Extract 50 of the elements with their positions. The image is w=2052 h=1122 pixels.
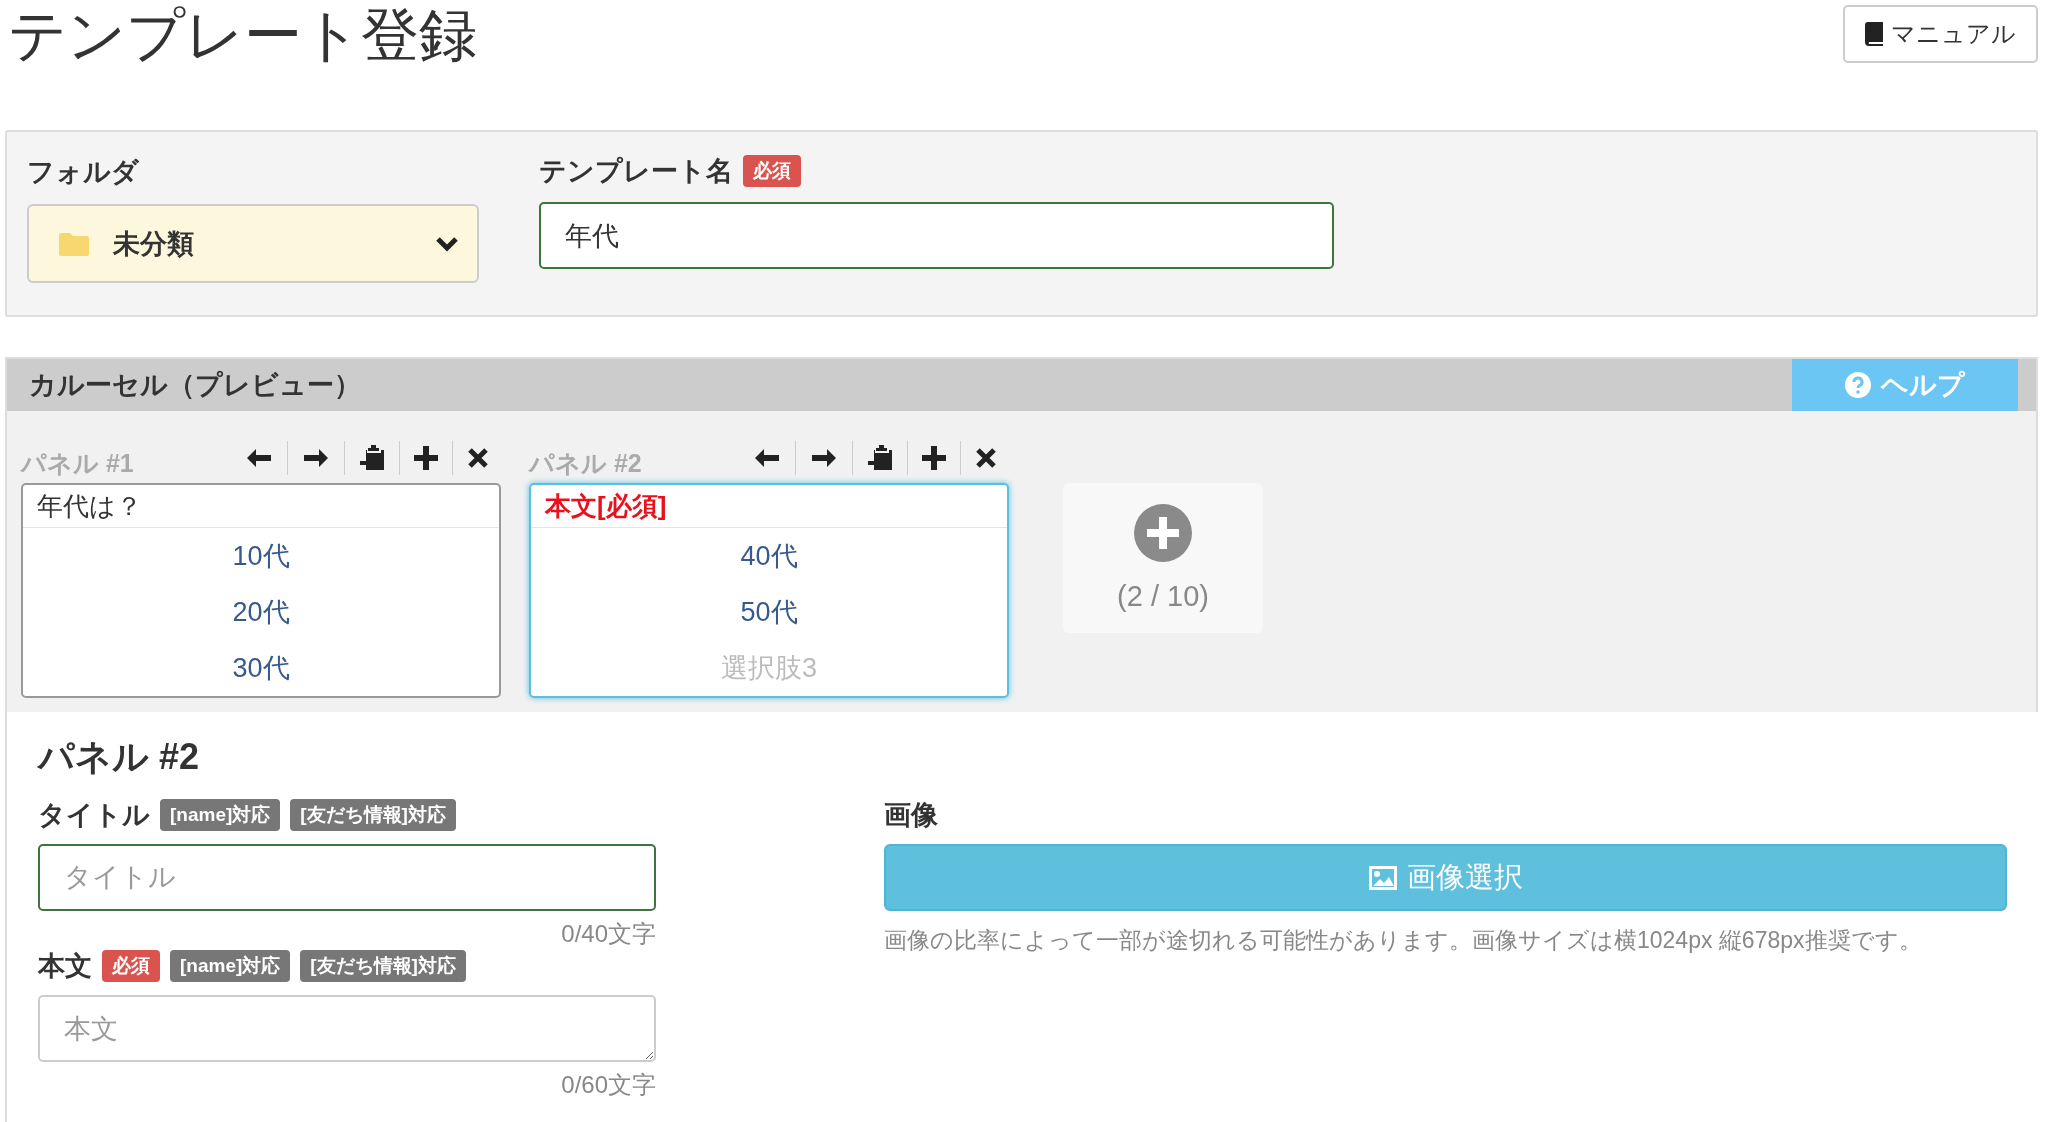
arrow-left-icon[interactable] [753, 447, 781, 469]
panel-card[interactable]: 年代は？ 10代 20代 30代 [21, 483, 501, 698]
plus-icon[interactable] [414, 446, 438, 470]
folder-label: フォルダ [27, 156, 140, 189]
field-badge: [友だち情報]対応 [300, 950, 466, 982]
title-field[interactable]: タイトル [38, 844, 656, 911]
carousel-title: カルーセル（プレビュー） [29, 369, 361, 402]
close-icon[interactable] [467, 447, 489, 469]
template-name-field[interactable]: 年代 [539, 202, 1334, 269]
arrow-right-icon[interactable] [810, 447, 838, 469]
char-counter: 0/60文字 [561, 1070, 656, 1100]
field-label: タイトル [38, 799, 150, 832]
plus-icon[interactable] [922, 446, 946, 470]
paste-icon[interactable] [867, 444, 893, 472]
plus-circle-icon [1134, 503, 1192, 562]
field-label: 本文 [38, 950, 92, 983]
option-text: 10代 [231, 540, 291, 573]
panel-label: パネル #1 [21, 447, 134, 479]
field-badge: 必須 [102, 950, 160, 982]
image-note: 画像の比率によって一部が途切れる可能性があります。画像サイズは横1024px 縦678px推奨です。 [884, 926, 1923, 955]
folder-select[interactable]: 未分類 [27, 204, 479, 283]
panel-label: パネル #2 [529, 447, 642, 479]
panel-title: 本文[必須] [531, 485, 1007, 528]
chevron-down-icon [435, 235, 459, 252]
panel-card[interactable]: 本文[必須] 40代 50代 選択肢3 [529, 483, 1009, 698]
field-badge: [友だち情報]対応 [290, 799, 456, 831]
panel-heading: パネル #2 [38, 735, 201, 779]
book-icon [1865, 22, 1883, 46]
close-icon[interactable] [975, 447, 997, 469]
field-badge: [name]対応 [170, 950, 291, 982]
char-counter: 0/40文字 [561, 919, 656, 949]
manual-button[interactable]: マニュアル [1843, 5, 2038, 63]
body-field[interactable]: 本文 [38, 995, 656, 1062]
template-name-label: テンプレート名 [539, 155, 733, 188]
image-icon [1368, 865, 1397, 890]
arrow-right-icon[interactable] [302, 447, 330, 469]
help-icon [1845, 372, 1871, 398]
arrow-left-icon[interactable] [245, 447, 273, 469]
image-label: 画像 [884, 799, 939, 832]
page-title: テンプレート登録 [7, 1, 477, 69]
folder-icon [59, 231, 89, 256]
field-badge: [name]対応 [160, 799, 281, 831]
option-text: 50代 [739, 596, 799, 629]
option-text: 選択肢3 [720, 652, 818, 685]
paste-icon[interactable] [359, 444, 385, 472]
option-text: 30代 [231, 652, 291, 685]
panel-title: 年代は？ [23, 485, 499, 528]
required-badge: 必須 [743, 155, 801, 187]
option-text: 20代 [231, 596, 291, 629]
option-text: 40代 [739, 540, 799, 573]
